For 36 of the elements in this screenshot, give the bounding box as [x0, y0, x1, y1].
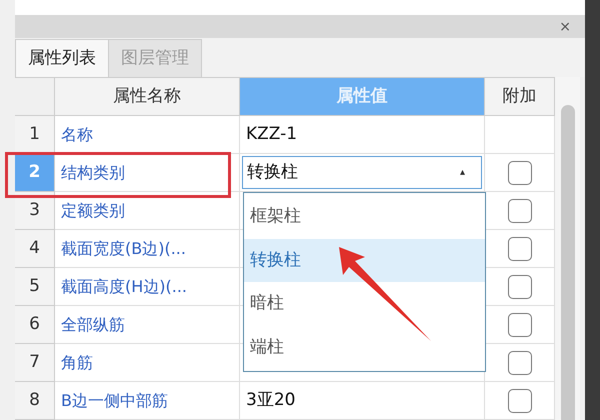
- dropdown-option[interactable]: 框架柱: [244, 195, 485, 239]
- row-number[interactable]: 7: [15, 344, 55, 382]
- dropdown-arrow-icon: ▴: [460, 165, 465, 180]
- row-number[interactable]: 8: [15, 382, 55, 420]
- close-button[interactable]: ×: [559, 20, 571, 34]
- dropdown-field[interactable]: 转换柱 ▴: [242, 156, 482, 190]
- checkbox[interactable]: [508, 160, 532, 185]
- dropdown-option[interactable]: 暗柱: [244, 282, 485, 326]
- checkbox[interactable]: [508, 236, 532, 261]
- row-number[interactable]: 5: [15, 268, 55, 306]
- table-cell: 全部纵筋: [55, 306, 240, 344]
- field-value: 转换柱: [247, 160, 298, 184]
- checkbox[interactable]: [508, 388, 532, 413]
- checkbox[interactable]: [508, 350, 532, 375]
- table-cell: 截面宽度(B边)(...: [55, 230, 240, 268]
- cell-value: KZZ-1: [246, 122, 298, 146]
- checkbox[interactable]: [508, 312, 532, 337]
- table-cell: B边一侧中部筋: [55, 382, 240, 420]
- checkbox[interactable]: [508, 274, 532, 299]
- table-cell: 角筋: [55, 344, 240, 382]
- row-number[interactable]: 1: [15, 116, 55, 154]
- cell-value: 3亚20: [246, 388, 296, 412]
- row-number[interactable]: 4: [15, 230, 55, 268]
- checkbox[interactable]: [508, 198, 532, 223]
- table-cell: 定额类别: [55, 192, 240, 230]
- scrollbar-thumb[interactable]: [560, 105, 574, 420]
- table-cell: 结构类别: [55, 154, 240, 192]
- table-cell: 截面高度(H边)(...: [55, 268, 240, 306]
- dropdown-option[interactable]: 端柱: [244, 326, 485, 370]
- row-number[interactable]: 6: [15, 306, 55, 344]
- column-header[interactable]: 附加: [485, 78, 555, 116]
- table-cell: 名称: [55, 116, 240, 154]
- column-header[interactable]: 属性名称: [55, 78, 240, 116]
- row-number[interactable]: 3: [15, 192, 55, 230]
- dropdown-option[interactable]: 转换柱: [244, 238, 485, 282]
- tab[interactable]: 属性列表: [15, 39, 109, 78]
